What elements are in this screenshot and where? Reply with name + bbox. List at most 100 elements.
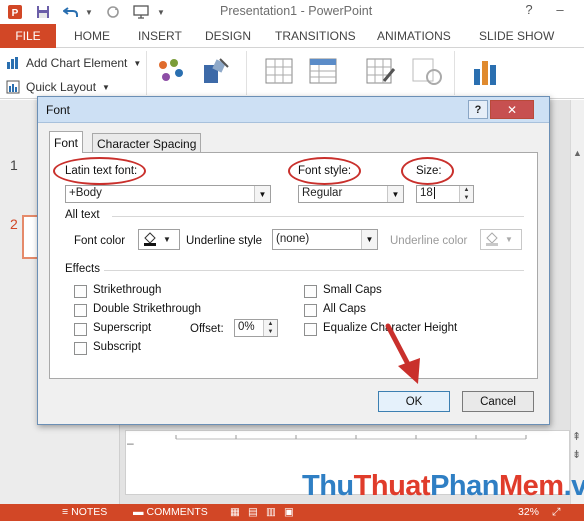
app-title: Presentation1 - PowerPoint — [220, 4, 373, 18]
superscript-checkbox[interactable] — [74, 323, 87, 336]
small-caps-checkbox[interactable] — [304, 285, 317, 298]
select-data-icon[interactable] — [306, 55, 340, 89]
tab-home[interactable]: HOME — [74, 29, 110, 43]
normal-view-icon[interactable]: ▦ — [230, 506, 240, 518]
comments-button[interactable]: ▬ COMMENTS — [133, 506, 208, 518]
tab-animations[interactable]: ANIMATIONS — [377, 29, 451, 43]
underline-color-label: Underline color — [390, 235, 468, 247]
spin-up-icon[interactable]: ▲ — [460, 186, 473, 194]
dialog-title: Font — [46, 103, 71, 117]
title-bar: P ▼ ▼ Presentation1 - PowerPoint ? – — [0, 0, 584, 24]
customize-qat-icon[interactable]: ▼ — [152, 3, 170, 21]
next-slide-icon[interactable]: ⇟ — [572, 448, 581, 461]
change-chart-type-icon[interactable] — [468, 55, 502, 89]
font-style-select[interactable]: Regular ▼ — [298, 185, 404, 203]
font-color-button[interactable]: ▼ — [138, 229, 180, 250]
ok-button[interactable]: OK — [378, 391, 450, 412]
spin-up-icon[interactable]: ▲ — [264, 320, 277, 328]
notes-button[interactable]: ≡ NOTES — [62, 506, 107, 518]
tab-design[interactable]: DESIGN — [205, 29, 251, 43]
start-slideshow-icon[interactable] — [132, 3, 150, 21]
add-chart-element-button[interactable]: Add Chart Element ▼ — [6, 53, 141, 73]
reading-view-icon[interactable]: ▥ — [266, 506, 276, 518]
size-input[interactable]: 18 ▲ ▼ — [416, 185, 474, 203]
tab-slide-show[interactable]: SLIDE SHOW — [479, 29, 554, 43]
watermark-part: Phan — [430, 470, 499, 502]
ribbon-divider — [146, 51, 147, 95]
save-icon[interactable] — [34, 3, 52, 21]
change-colors-icon[interactable] — [154, 55, 188, 89]
annotation-ellipse — [401, 157, 454, 185]
strikethrough-checkbox[interactable] — [74, 285, 87, 298]
ribbon-divider — [454, 51, 455, 95]
comment-icon: ▬ — [133, 506, 144, 518]
chevron-down-icon[interactable]: ▼ — [361, 230, 377, 249]
help-icon[interactable]: ? — [520, 2, 538, 20]
quick-layout-icon — [6, 80, 20, 94]
undo-icon[interactable] — [62, 3, 80, 21]
watermark-part: Thuat — [353, 470, 431, 502]
tab-font[interactable]: Font — [49, 131, 84, 153]
spin-down-icon[interactable]: ▼ — [264, 328, 277, 336]
slideshow-view-icon[interactable]: ▣ — [284, 506, 294, 518]
minimize-button[interactable]: – — [550, 2, 570, 20]
group-divider — [112, 216, 524, 217]
offset-input[interactable]: 0% ▲ ▼ — [234, 319, 278, 337]
all-caps-label: All Caps — [323, 303, 366, 315]
fit-slide-icon[interactable]: ⤢ — [552, 506, 560, 519]
undo-dropdown-icon[interactable]: ▼ — [80, 3, 98, 21]
font-color-label: Font color — [74, 235, 126, 247]
tab-insert[interactable]: INSERT — [138, 29, 182, 43]
notes-icon: ≡ — [62, 506, 69, 518]
scroll-up-icon[interactable]: ▲ — [573, 148, 582, 158]
underline-style-label: Underline style — [186, 235, 263, 247]
refresh-data-icon[interactable] — [410, 55, 444, 89]
chevron-down-icon: ▼ — [133, 58, 142, 68]
size-stepper[interactable]: ▲ ▼ — [459, 186, 473, 202]
double-strikethrough-label: Double Strikethrough — [93, 303, 202, 315]
dialog-help-button[interactable]: ? — [468, 100, 488, 119]
double-strikethrough-checkbox[interactable] — [74, 304, 87, 317]
svg-text:P: P — [12, 8, 19, 19]
equalize-height-checkbox[interactable] — [304, 323, 317, 336]
annotation-ellipse — [288, 157, 361, 185]
chevron-down-icon[interactable]: ▼ — [254, 186, 270, 202]
superscript-label: Superscript — [93, 322, 152, 334]
cancel-button[interactable]: Cancel — [462, 391, 534, 412]
tab-character-spacing[interactable]: Character Spacing — [92, 133, 202, 153]
font-dialog: Font ? ✕ Font Character Spacing Latin te… — [37, 96, 550, 425]
font-tab-panel: Latin text font: Font style: Size: +Body… — [49, 152, 538, 379]
watermark-part: .vn — [563, 470, 584, 502]
latin-text-font-select[interactable]: +Body ▼ — [65, 185, 271, 203]
powerpoint-logo-icon: P — [6, 3, 24, 21]
dialog-close-button[interactable]: ✕ — [490, 100, 534, 119]
quick-layout-label: Quick Layout — [26, 80, 97, 94]
repeat-icon[interactable] — [104, 3, 122, 21]
slide-sorter-icon[interactable]: ▤ — [248, 506, 258, 518]
quick-layout-button[interactable]: Quick Layout ▼ — [6, 77, 110, 97]
switch-row-column-icon[interactable] — [262, 55, 296, 89]
vertical-scrollbar[interactable]: ▲ ⇞ ⇟ — [570, 100, 584, 504]
notes-label: NOTES — [71, 506, 108, 518]
tab-file[interactable]: FILE — [0, 24, 56, 48]
edit-data-icon[interactable] — [364, 55, 398, 89]
previous-slide-icon[interactable]: ⇞ — [572, 430, 581, 443]
subscript-checkbox[interactable] — [74, 342, 87, 355]
zoom-out-icon[interactable]: – — [127, 437, 137, 449]
underline-style-select[interactable]: (none) ▼ — [272, 229, 378, 250]
comments-label: COMMENTS — [146, 506, 208, 518]
underline-color-button: ▼ — [480, 229, 522, 250]
all-caps-checkbox[interactable] — [304, 304, 317, 317]
underline-style-value: (none) — [276, 233, 310, 245]
zoom-level[interactable]: 32% — [518, 506, 539, 518]
spin-down-icon[interactable]: ▼ — [460, 194, 473, 202]
annotation-arrow — [385, 323, 420, 384]
ribbon: Add Chart Element ▼ Quick Layout ▼ — [0, 49, 584, 99]
quick-styles-icon[interactable] — [198, 55, 232, 89]
offset-stepper[interactable]: ▲ ▼ — [263, 320, 277, 336]
tab-transitions[interactable]: TRANSITIONS — [275, 29, 356, 43]
chevron-down-icon[interactable]: ▼ — [387, 186, 403, 202]
chevron-down-icon: ▼ — [505, 235, 513, 244]
font-style-value: Regular — [302, 187, 343, 199]
paint-bucket-icon — [142, 230, 158, 249]
